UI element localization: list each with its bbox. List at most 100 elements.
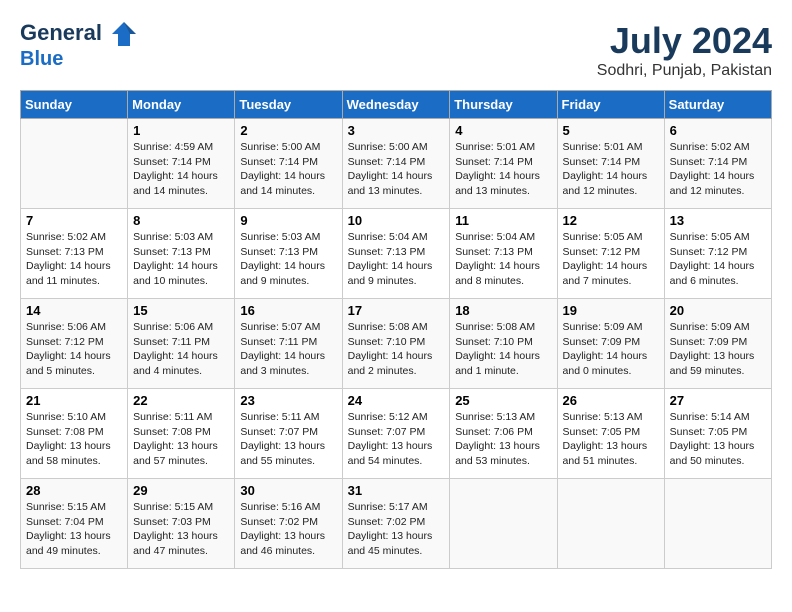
day-info: Sunrise: 5:09 AM Sunset: 7:09 PM Dayligh…: [670, 320, 766, 379]
day-info: Sunrise: 5:12 AM Sunset: 7:07 PM Dayligh…: [348, 410, 445, 469]
calendar-cell: 25Sunrise: 5:13 AM Sunset: 7:06 PM Dayli…: [450, 389, 557, 479]
calendar-cell: 2Sunrise: 5:00 AM Sunset: 7:14 PM Daylig…: [235, 119, 342, 209]
day-number: 3: [348, 123, 445, 138]
weekday-header: Thursday: [450, 91, 557, 119]
day-number: 13: [670, 213, 766, 228]
calendar-cell: 10 Sunrise: 5:04 AM Sunset: 7:13 PM Dayli…: [342, 209, 450, 299]
month-year: July 2024: [597, 20, 772, 62]
calendar-cell: [557, 479, 664, 569]
calendar-week-row: 14 Sunrise: 5:06 AM Sunset: 7:12 PM Dayli…: [21, 299, 772, 389]
calendar-cell: 6 Sunrise: 5:02 AM Sunset: 7:14 PM Daylig…: [664, 119, 771, 209]
calendar-cell: 23 Sunrise: 5:11 AM Sunset: 7:07 PM Dayli…: [235, 389, 342, 479]
calendar-cell: 3 Sunrise: 5:00 AM Sunset: 7:14 PM Daylig…: [342, 119, 450, 209]
calendar-cell: 30 Sunrise: 5:16 AM Sunset: 7:02 PM Dayli…: [235, 479, 342, 569]
day-number: 20: [670, 303, 766, 318]
calendar-cell: [450, 479, 557, 569]
day-number: 27: [670, 393, 766, 408]
day-info: Sunrise: 5:03 AM Sunset: 7:13 PM Dayligh…: [240, 230, 336, 289]
day-info: Sunrise: 5:08 AM Sunset: 7:10 PM Dayligh…: [348, 320, 445, 379]
day-number: 10: [348, 213, 445, 228]
weekday-header: Wednesday: [342, 91, 450, 119]
day-info: Sunrise: 5:11 AM Sunset: 7:08 PM Dayligh…: [133, 410, 229, 469]
day-number: 5: [563, 123, 659, 138]
day-number: 11: [455, 213, 551, 228]
page-header: General Blue July 2024 Sodhri, Punjab, P…: [20, 20, 772, 80]
calendar-cell: 4 Sunrise: 5:01 AM Sunset: 7:14 PM Daylig…: [450, 119, 557, 209]
day-info: Sunrise: 5:08 AM Sunset: 7:10 PM Dayligh…: [455, 320, 551, 379]
weekday-header: Sunday: [21, 91, 128, 119]
weekday-header: Saturday: [664, 91, 771, 119]
calendar-cell: 29 Sunrise: 5:15 AM Sunset: 7:03 PM Dayli…: [128, 479, 235, 569]
day-number: 29: [133, 483, 229, 498]
day-number: 6: [670, 123, 766, 138]
calendar-cell: 19Sunrise: 5:09 AM Sunset: 7:09 PM Dayli…: [557, 299, 664, 389]
day-number: 25: [455, 393, 551, 408]
day-info: Sunrise: 5:02 AM Sunset: 7:13 PM Dayligh…: [26, 230, 122, 289]
day-info: Sunrise: 5:15 AM Sunset: 7:03 PM Dayligh…: [133, 500, 229, 559]
calendar-cell: 27 Sunrise: 5:14 AM Sunset: 7:05 PM Dayli…: [664, 389, 771, 479]
logo: General Blue: [20, 20, 138, 70]
calendar-cell: 28 Sunrise: 5:15 AM Sunset: 7:04 PM Dayli…: [21, 479, 128, 569]
day-number: 1: [133, 123, 229, 138]
calendar-week-row: 28 Sunrise: 5:15 AM Sunset: 7:04 PM Dayli…: [21, 479, 772, 569]
calendar-table: SundayMondayTuesdayWednesdayThursdayFrid…: [20, 90, 772, 569]
day-info: Sunrise: 5:07 AM Sunset: 7:11 PM Dayligh…: [240, 320, 336, 379]
calendar-cell: 31Sunrise: 5:17 AM Sunset: 7:02 PM Dayli…: [342, 479, 450, 569]
calendar-header-row: SundayMondayTuesdayWednesdayThursdayFrid…: [21, 91, 772, 119]
day-info: Sunrise: 5:00 AM Sunset: 7:14 PM Dayligh…: [240, 140, 336, 199]
day-number: 16: [240, 303, 336, 318]
day-info: Sunrise: 5:11 AM Sunset: 7:07 PM Dayligh…: [240, 410, 336, 469]
day-number: 14: [26, 303, 122, 318]
day-info: Sunrise: 5:16 AM Sunset: 7:02 PM Dayligh…: [240, 500, 336, 559]
day-number: 30: [240, 483, 336, 498]
day-info: Sunrise: 5:13 AM Sunset: 7:05 PM Dayligh…: [563, 410, 659, 469]
day-number: 18: [455, 303, 551, 318]
title-block: July 2024 Sodhri, Punjab, Pakistan: [597, 20, 772, 80]
day-info: Sunrise: 5:14 AM Sunset: 7:05 PM Dayligh…: [670, 410, 766, 469]
calendar-cell: 12 Sunrise: 5:05 AM Sunset: 7:12 PM Dayli…: [557, 209, 664, 299]
calendar-cell: 22Sunrise: 5:11 AM Sunset: 7:08 PM Dayli…: [128, 389, 235, 479]
day-number: 17: [348, 303, 445, 318]
day-info: Sunrise: 5:06 AM Sunset: 7:11 PM Dayligh…: [133, 320, 229, 379]
calendar-cell: 15 Sunrise: 5:06 AM Sunset: 7:11 PM Dayli…: [128, 299, 235, 389]
calendar-cell: [664, 479, 771, 569]
weekday-header: Monday: [128, 91, 235, 119]
calendar-cell: 11 Sunrise: 5:04 AM Sunset: 7:13 PM Dayli…: [450, 209, 557, 299]
day-number: 7: [26, 213, 122, 228]
day-info: Sunrise: 5:01 AM Sunset: 7:14 PM Dayligh…: [455, 140, 551, 199]
day-number: 31: [348, 483, 445, 498]
day-number: 19: [563, 303, 659, 318]
calendar-cell: 18 Sunrise: 5:08 AM Sunset: 7:10 PM Dayli…: [450, 299, 557, 389]
day-info: Sunrise: 5:00 AM Sunset: 7:14 PM Dayligh…: [348, 140, 445, 199]
calendar-cell: 17 Sunrise: 5:08 AM Sunset: 7:10 PM Dayli…: [342, 299, 450, 389]
calendar-cell: [21, 119, 128, 209]
day-info: Sunrise: 5:05 AM Sunset: 7:12 PM Dayligh…: [670, 230, 766, 289]
day-info: Sunrise: 5:02 AM Sunset: 7:14 PM Dayligh…: [670, 140, 766, 199]
calendar-cell: 7 Sunrise: 5:02 AM Sunset: 7:13 PM Daylig…: [21, 209, 128, 299]
weekday-header: Tuesday: [235, 91, 342, 119]
calendar-cell: 20 Sunrise: 5:09 AM Sunset: 7:09 PM Dayli…: [664, 299, 771, 389]
day-info: Sunrise: 5:15 AM Sunset: 7:04 PM Dayligh…: [26, 500, 122, 559]
calendar-week-row: 7 Sunrise: 5:02 AM Sunset: 7:13 PM Daylig…: [21, 209, 772, 299]
calendar-cell: 8Sunrise: 5:03 AM Sunset: 7:13 PM Daylig…: [128, 209, 235, 299]
day-number: 28: [26, 483, 122, 498]
calendar-cell: 1 Sunrise: 4:59 AM Sunset: 7:14 PM Daylig…: [128, 119, 235, 209]
calendar-cell: 9 Sunrise: 5:03 AM Sunset: 7:13 PM Daylig…: [235, 209, 342, 299]
day-number: 23: [240, 393, 336, 408]
day-info: Sunrise: 4:59 AM Sunset: 7:14 PM Dayligh…: [133, 140, 229, 199]
weekday-header: Friday: [557, 91, 664, 119]
calendar-week-row: 21Sunrise: 5:10 AM Sunset: 7:08 PM Dayli…: [21, 389, 772, 479]
day-info: Sunrise: 5:06 AM Sunset: 7:12 PM Dayligh…: [26, 320, 122, 379]
day-info: Sunrise: 5:04 AM Sunset: 7:13 PM Dayligh…: [348, 230, 445, 289]
day-number: 24: [348, 393, 445, 408]
day-number: 12: [563, 213, 659, 228]
day-number: 9: [240, 213, 336, 228]
day-number: 15: [133, 303, 229, 318]
calendar-cell: 14 Sunrise: 5:06 AM Sunset: 7:12 PM Dayli…: [21, 299, 128, 389]
calendar-cell: 26Sunrise: 5:13 AM Sunset: 7:05 PM Dayli…: [557, 389, 664, 479]
calendar-cell: 13 Sunrise: 5:05 AM Sunset: 7:12 PM Dayli…: [664, 209, 771, 299]
day-info: Sunrise: 5:04 AM Sunset: 7:13 PM Dayligh…: [455, 230, 551, 289]
day-info: Sunrise: 5:05 AM Sunset: 7:12 PM Dayligh…: [563, 230, 659, 289]
day-number: 4: [455, 123, 551, 138]
calendar-week-row: 1 Sunrise: 4:59 AM Sunset: 7:14 PM Daylig…: [21, 119, 772, 209]
